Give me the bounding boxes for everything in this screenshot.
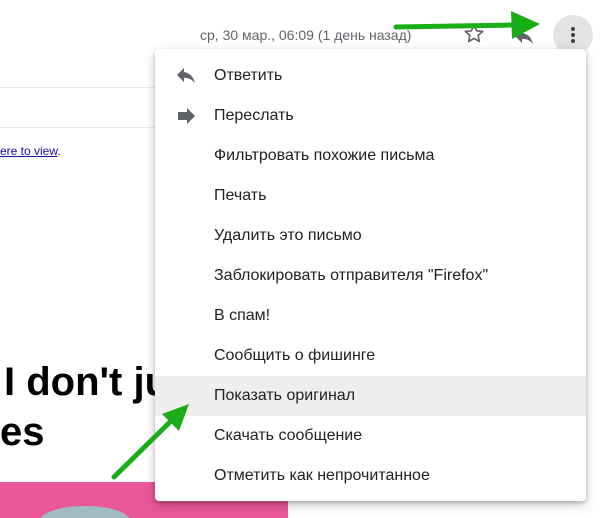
divider [0, 87, 155, 88]
menu-item-label: Отметить как непрочитанное [214, 467, 430, 484]
menu-item-print[interactable]: Печать [155, 176, 586, 216]
menu-item-report-phishing[interactable]: Сообщить о фишинге [155, 336, 586, 376]
email-headline-line-2: es [0, 410, 45, 454]
reply-icon [177, 68, 195, 83]
view-link-suffix: . [57, 144, 61, 158]
menu-item-label: В спам! [214, 307, 271, 324]
menu-item-delete[interactable]: Удалить это письмо [155, 216, 586, 256]
menu-item-label: Переслать [214, 107, 294, 124]
menu-item-show-original[interactable]: Показать оригинал [155, 376, 586, 416]
menu-item-block-sender[interactable]: Заблокировать отправителя "Firefox" [155, 256, 586, 296]
menu-item-spam[interactable]: В спам! [155, 296, 586, 336]
menu-item-label: Ответить [214, 67, 283, 84]
divider [0, 127, 155, 128]
menu-item-mark-unread[interactable]: Отметить как непрочитанное [155, 456, 586, 496]
more-vert-icon [571, 27, 575, 43]
menu-item-download-message[interactable]: Скачать сообщение [155, 416, 586, 456]
banner-shape [40, 506, 130, 518]
menu-item-forward[interactable]: Переслать [155, 96, 586, 136]
more-options-menu: Ответить Переслать Фильтровать похожие п… [155, 49, 586, 501]
reply-icon[interactable] [512, 24, 536, 48]
menu-item-reply[interactable]: Ответить [155, 56, 586, 96]
view-link-text[interactable]: ere to view [0, 144, 57, 158]
menu-item-label: Показать оригинал [214, 387, 356, 404]
menu-item-label: Сообщить о фишинге [214, 347, 376, 364]
forward-icon [178, 108, 195, 124]
email-date: ср, 30 мар., 06:09 (1 день назад) [200, 27, 412, 43]
view-in-browser-link[interactable]: ere to view. [0, 144, 61, 158]
menu-item-label: Печать [214, 187, 267, 204]
menu-item-label: Скачать сообщение [214, 427, 363, 444]
star-outline-icon[interactable] [462, 22, 486, 46]
menu-item-label: Удалить это письмо [214, 227, 362, 244]
email-headline-line-1: I don't ju [4, 360, 170, 404]
menu-item-filter-similar[interactable]: Фильтровать похожие письма [155, 136, 586, 176]
menu-item-label: Заблокировать отправителя "Firefox" [214, 267, 489, 284]
menu-item-label: Фильтровать похожие письма [214, 147, 435, 164]
